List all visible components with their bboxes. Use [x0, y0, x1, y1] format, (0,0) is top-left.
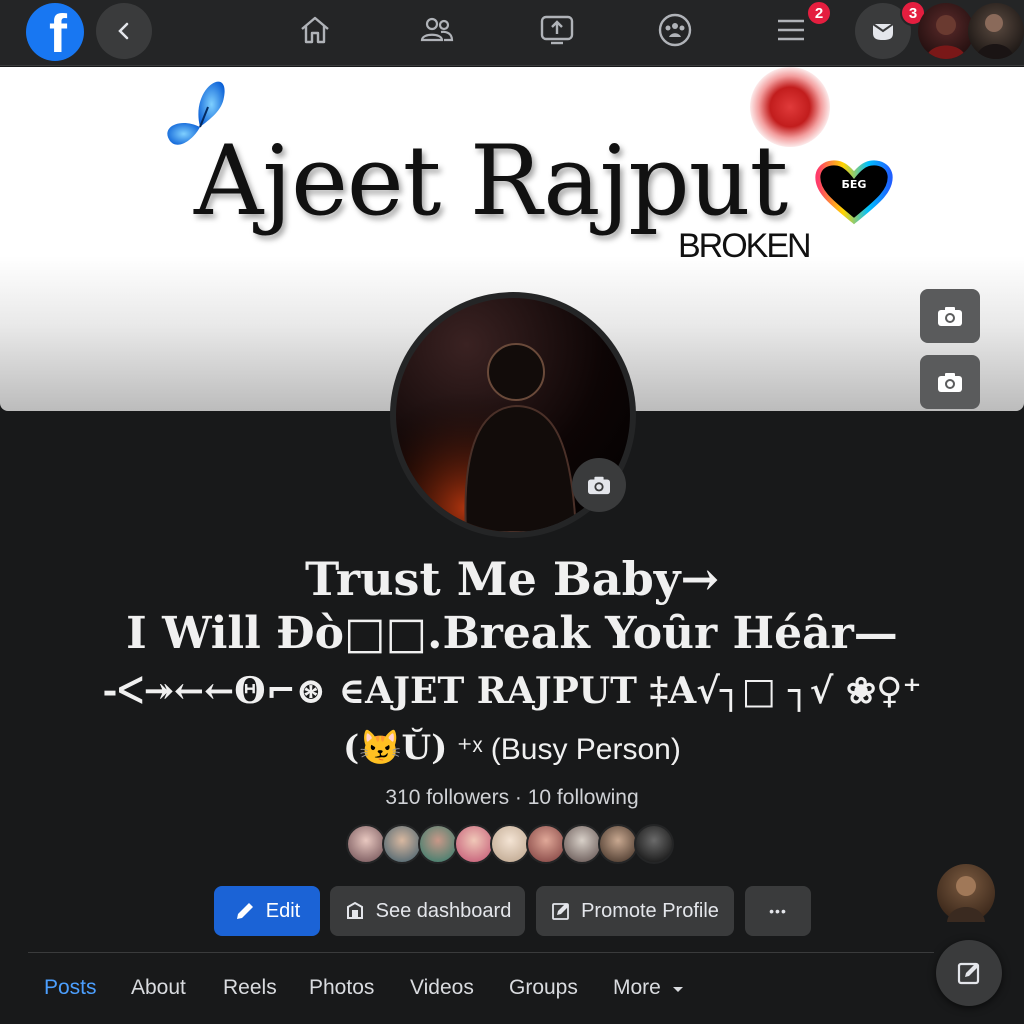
friend-avatar-stack[interactable]	[346, 824, 674, 866]
tab-groups[interactable]: Groups	[509, 976, 578, 1000]
friend-avatar[interactable]	[598, 824, 638, 864]
home-icon	[301, 16, 329, 44]
edit-cover-camera-button-2[interactable]	[920, 355, 980, 409]
nav-groups[interactable]	[650, 8, 700, 52]
friend-avatar[interactable]	[382, 824, 422, 864]
top-navigation-bar: f 2 3	[0, 0, 1024, 66]
friend-avatar[interactable]	[418, 824, 458, 864]
tab-about[interactable]: About	[131, 976, 186, 1000]
caret-down-icon	[672, 987, 683, 992]
dashboard-icon	[346, 901, 363, 919]
friends-icon	[420, 17, 454, 42]
compose-icon	[957, 962, 980, 985]
friend-avatar[interactable]	[346, 824, 386, 864]
friend-avatar[interactable]	[562, 824, 602, 864]
person-photo-icon	[976, 14, 1014, 59]
person-photo-icon	[947, 876, 985, 922]
profile-status-text: ⁺ˣ (Busy Person)	[456, 733, 681, 766]
floating-chat-avatar[interactable]	[937, 864, 995, 922]
friend-avatar[interactable]	[454, 824, 494, 864]
messenger-icon	[872, 23, 894, 40]
tab-more[interactable]: More	[613, 976, 685, 1000]
more-options-icon: •••	[769, 903, 787, 919]
promote-profile-button[interactable]: Promote Profile	[536, 886, 734, 936]
followers-count[interactable]: 310 followers · 10 following	[0, 786, 1024, 810]
nav-watch[interactable]	[532, 8, 582, 52]
camera-icon	[938, 307, 962, 326]
profile-name-line-3: -ᐸ↠←←Θ⌐⊛ ∈AJET RAJPUT ‡A√┐□ ┐√ ❀♀⁺	[102, 670, 922, 712]
more-options-button[interactable]: •••	[745, 886, 811, 936]
menu-badge: 2	[806, 0, 832, 26]
edit-square-icon	[552, 903, 570, 920]
promote-button-label: Promote Profile	[581, 899, 719, 922]
profile-name-line-4: (😼Ŭ) ⁺ˣ (Busy Person)	[0, 728, 1024, 768]
profile-name-line-1: Trust Me Baby→	[304, 552, 720, 606]
camera-icon	[588, 476, 610, 495]
nav-home[interactable]	[290, 8, 340, 52]
friend-avatar[interactable]	[526, 824, 566, 864]
back-button[interactable]	[96, 3, 152, 59]
tab-videos[interactable]: Videos	[410, 976, 474, 1000]
edit-cover-camera-button[interactable]	[920, 289, 980, 343]
heart-icon: БЕG	[812, 157, 896, 230]
section-divider	[28, 952, 934, 953]
cover-subtitle: BROKEN	[678, 227, 812, 265]
profile-tabs: Posts About Reels Photos Videos Groups M…	[0, 976, 1024, 1006]
groups-icon	[658, 13, 692, 47]
edit-profile-picture-button[interactable]	[572, 458, 626, 512]
pencil-icon	[236, 903, 253, 919]
see-dashboard-button[interactable]: See dashboard	[330, 886, 525, 936]
nav-friends[interactable]	[412, 8, 462, 52]
profile-name-symbol: (😼Ŭ)	[343, 728, 448, 768]
camera-icon	[938, 373, 962, 392]
person-photo-icon	[926, 15, 966, 59]
friend-avatar[interactable]	[490, 824, 530, 864]
profile-avatar-small[interactable]	[968, 3, 1024, 59]
edit-profile-button[interactable]: Edit	[214, 886, 320, 936]
profile-name-line-2: I Will Ðò□□.Break Yoȗr Héȃr—	[126, 608, 898, 659]
compose-message-button[interactable]	[936, 940, 1002, 1006]
chevron-left-icon	[118, 22, 129, 40]
tab-reels[interactable]: Reels	[223, 976, 277, 1000]
edit-button-label: Edit	[265, 899, 301, 922]
account-avatar[interactable]	[918, 3, 974, 59]
dashboard-button-label: See dashboard	[375, 899, 512, 922]
friend-avatar[interactable]	[634, 824, 674, 864]
video-upload-icon	[540, 15, 574, 45]
heart-text: БЕG	[842, 178, 867, 191]
tab-photos[interactable]: Photos	[309, 976, 374, 1000]
hamburger-menu-icon	[778, 19, 804, 41]
tab-posts[interactable]: Posts	[44, 976, 97, 1000]
tab-more-label: More	[613, 976, 661, 999]
cover-name-text: Ajeet Rajput	[194, 125, 788, 237]
facebook-logo-icon[interactable]: f	[26, 3, 84, 61]
